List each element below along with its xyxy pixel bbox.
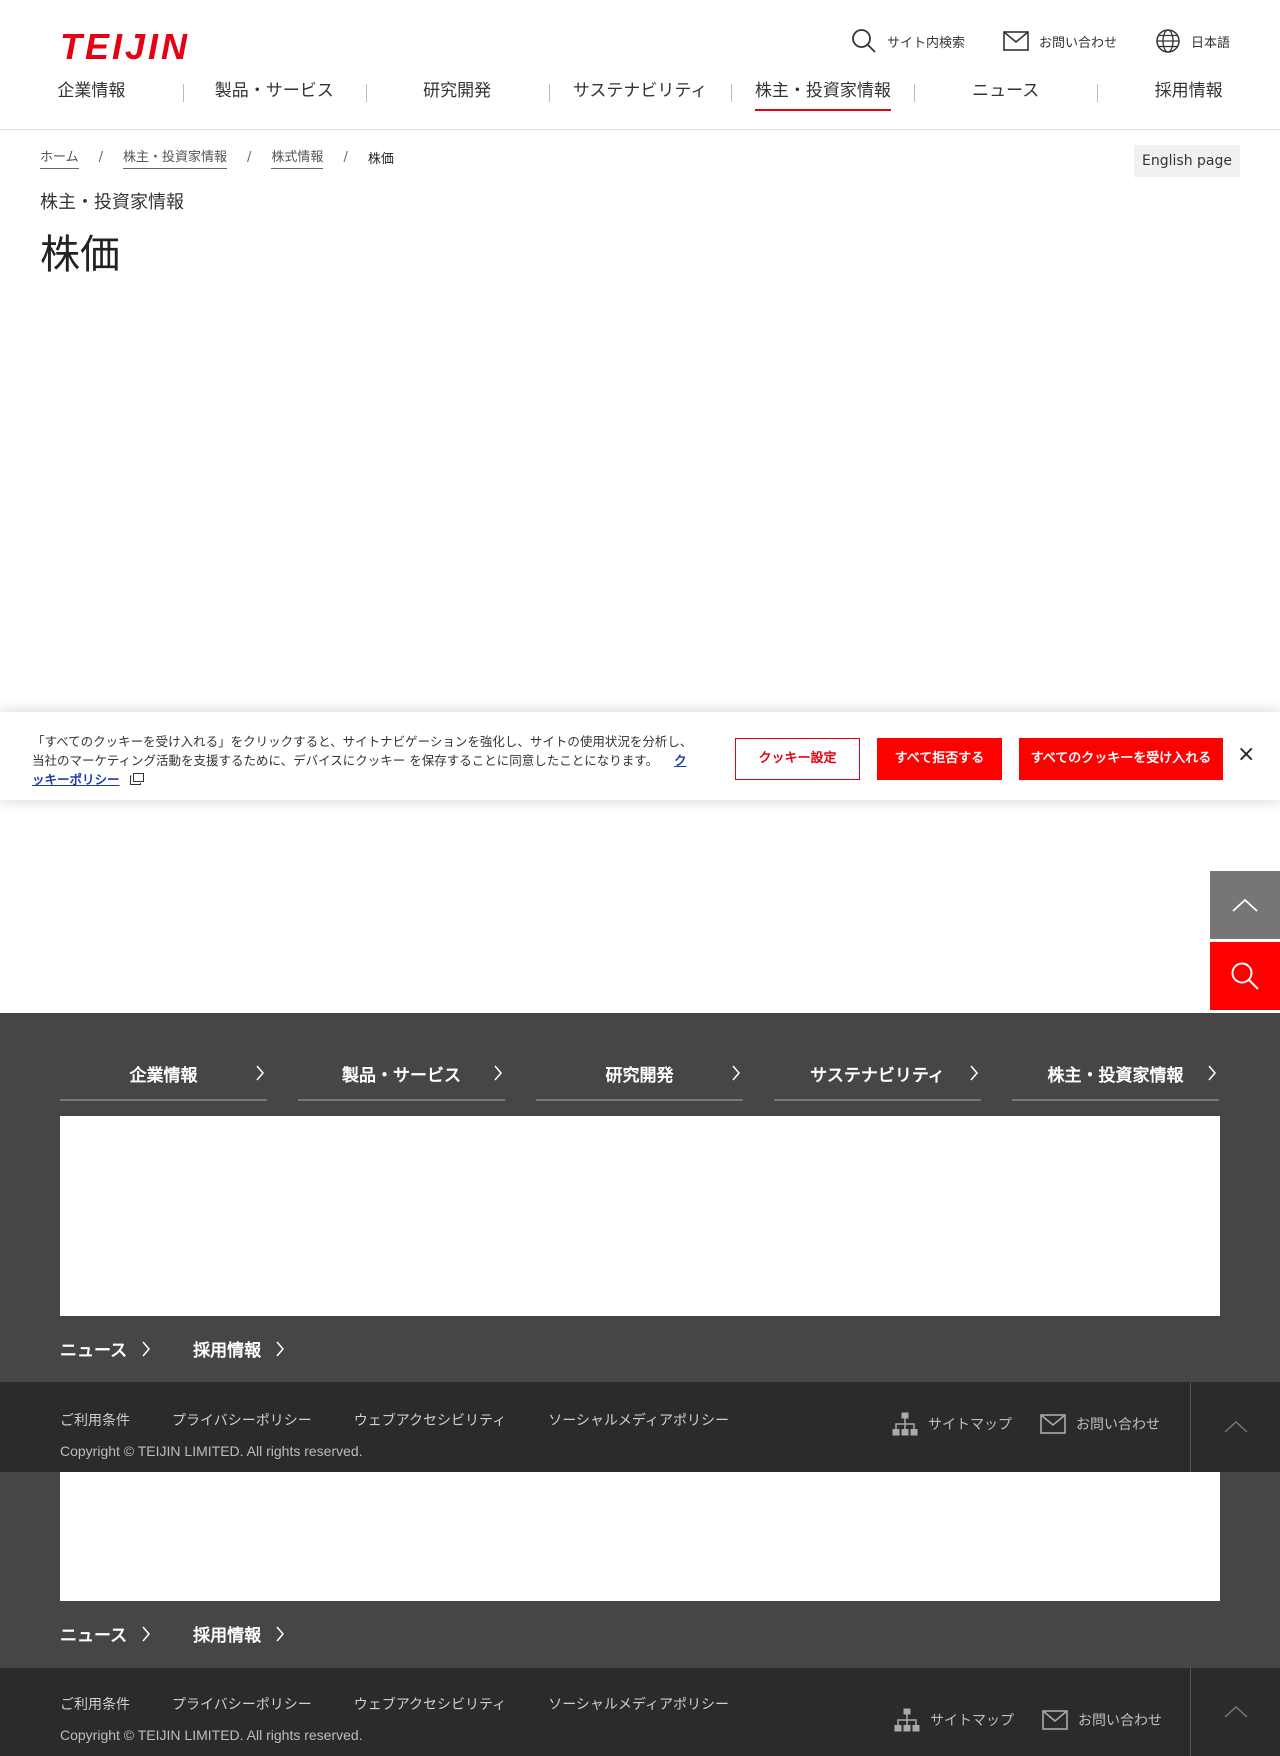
floating-search-button[interactable] <box>1210 942 1280 1010</box>
site-header: TEIJIN サイト内検索 お問い合わせ 日本語 企業情報 製品・サービス 研究… <box>0 0 1280 130</box>
language-label: 日本語 <box>1190 35 1230 51</box>
footer-nav-investors[interactable]: 株主・投資家情報 <box>1012 1051 1219 1101</box>
cookie-close-button[interactable]: × <box>1237 744 1255 766</box>
footer-sub-careers[interactable]: 採用情報 <box>193 1336 285 1361</box>
page-title: 株価 <box>40 232 120 278</box>
globe-icon <box>1156 29 1180 53</box>
contact-label: お問い合わせ <box>1038 35 1117 51</box>
footer-nav-sustainability[interactable]: サステナビリティ <box>774 1051 981 1101</box>
breadcrumb-stock-info[interactable]: 株式情報 <box>271 146 324 169</box>
chevron-right-icon <box>256 1065 264 1081</box>
chevron-up-icon <box>1223 1421 1248 1433</box>
chevron-right-icon <box>1208 1065 1216 1081</box>
accessibility-link[interactable]: ウェブアクセシビリティ <box>354 1694 506 1714</box>
footer-sub-nav: ニュース 採用情報 <box>60 1621 285 1646</box>
breadcrumb-separator: / <box>98 150 104 165</box>
footer-content-panel <box>60 1116 1220 1316</box>
footer-sub-news[interactable]: ニュース <box>60 1336 151 1361</box>
nav-item-research[interactable]: 研究開発 <box>365 72 549 112</box>
footer-page-top-button[interactable] <box>1190 1382 1280 1472</box>
search-icon <box>1231 962 1259 990</box>
scroll-top-button[interactable] <box>1210 871 1280 939</box>
accept-all-cookies-button[interactable]: すべてのクッキーを受け入れる <box>1019 738 1223 780</box>
chevron-right-icon <box>494 1065 502 1081</box>
cookie-banner: 「すべてのクッキーを受け入れる」をクリックすると、サイトナビゲーションを強化し、… <box>0 712 1280 800</box>
cookie-message: 「すべてのクッキーを受け入れる」をクリックすると、サイトナビゲーションを強化し、… <box>32 734 693 768</box>
copyright: Copyright © TEIJIN LIMITED. All rights r… <box>60 1727 363 1743</box>
copyright: Copyright © TEIJIN LIMITED. All rights r… <box>60 1443 363 1459</box>
chevron-right-icon <box>970 1065 978 1081</box>
nav-item-careers[interactable]: 採用情報 <box>1097 72 1280 112</box>
chevron-right-icon <box>732 1065 740 1081</box>
mail-icon <box>1042 1710 1068 1730</box>
social-media-policy-link[interactable]: ソーシャルメディアポリシー <box>548 1410 729 1430</box>
footer-page-top-button[interactable] <box>1190 1668 1280 1756</box>
chevron-up-icon <box>1223 1706 1248 1718</box>
header-utilities: サイト内検索 お問い合わせ 日本語 <box>851 28 1230 54</box>
footer-nav-products[interactable]: 製品・サービス <box>298 1051 505 1101</box>
nav-item-products[interactable]: 製品・サービス <box>182 72 366 112</box>
footer-legal-bar: ご利用条件 プライバシーポリシー ウェブアクセシビリティ ソーシャルメディアポリ… <box>0 1668 1280 1756</box>
accessibility-link[interactable]: ウェブアクセシビリティ <box>354 1410 506 1430</box>
footer-contact-link[interactable]: お問い合わせ <box>1042 1710 1162 1730</box>
chevron-right-icon <box>276 1626 285 1641</box>
nav-item-investors[interactable]: 株主・投資家情報 <box>731 72 914 112</box>
footer-nav-research[interactable]: 研究開発 <box>536 1051 743 1101</box>
breadcrumb-separator: / <box>247 150 252 165</box>
sitemap-link[interactable]: サイトマップ <box>894 1708 1014 1732</box>
footer-nav-corporate[interactable]: 企業情報 <box>60 1051 267 1101</box>
terms-link[interactable]: ご利用条件 <box>60 1694 130 1714</box>
terms-link[interactable]: ご利用条件 <box>60 1410 130 1430</box>
external-link-icon <box>129 773 144 785</box>
mail-icon <box>1003 31 1029 51</box>
nav-item-corporate[interactable]: 企業情報 <box>0 72 183 112</box>
reject-all-button[interactable]: すべて拒否する <box>877 738 1002 780</box>
chevron-right-icon <box>276 1341 285 1356</box>
footer-main-nav: 企業情報 製品・サービス 研究開発 サステナビリティ 株主・投資家情報 <box>60 1051 1220 1101</box>
footer-utilities: サイトマップ お問い合わせ <box>894 1708 1162 1732</box>
nav-item-sustainability[interactable]: サステナビリティ <box>548 72 732 112</box>
breadcrumb: ホーム / 株主・投資家情報 / 株式情報 / 株価 <box>40 146 394 169</box>
search-icon <box>852 29 876 53</box>
sitemap-icon <box>892 1412 918 1436</box>
english-page-button[interactable]: English page <box>1134 145 1240 177</box>
chevron-right-icon <box>142 1626 151 1641</box>
site-search-label: サイト内検索 <box>886 35 965 51</box>
section-label: 株主・投資家情報 <box>40 192 184 213</box>
footer-sub-careers[interactable]: 採用情報 <box>193 1621 285 1646</box>
sitemap-icon <box>894 1708 920 1732</box>
breadcrumb-home[interactable]: ホーム <box>40 146 79 169</box>
footer-sub-news[interactable]: ニュース <box>60 1621 151 1646</box>
footer-contact-link[interactable]: お問い合わせ <box>1040 1414 1160 1434</box>
chevron-up-icon <box>1232 898 1258 912</box>
privacy-policy-link[interactable]: プライバシーポリシー <box>172 1410 312 1430</box>
breadcrumb-current: 株価 <box>367 152 394 167</box>
cookie-text-block: 「すべてのクッキーを受け入れる」をクリックすると、サイトナビゲーションを強化し、… <box>32 732 697 789</box>
footer-utilities: サイトマップ お問い合わせ <box>892 1412 1160 1436</box>
contact-link[interactable]: お問い合わせ <box>1003 31 1117 51</box>
global-nav: 企業情報 製品・サービス 研究開発 サステナビリティ 株主・投資家情報 ニュース… <box>0 72 1280 112</box>
footer-legal-bar: ご利用条件 プライバシーポリシー ウェブアクセシビリティ ソーシャルメディアポリ… <box>0 1382 1280 1472</box>
site-search-link[interactable]: サイト内検索 <box>851 28 965 54</box>
nav-item-news[interactable]: ニュース <box>914 72 1097 112</box>
cookie-settings-button[interactable]: クッキー設定 <box>735 738 860 780</box>
breadcrumb-investors[interactable]: 株主・投資家情報 <box>123 146 228 169</box>
teijin-logo[interactable]: TEIJIN <box>60 26 190 68</box>
legal-links: ご利用条件 プライバシーポリシー ウェブアクセシビリティ ソーシャルメディアポリ… <box>60 1694 729 1714</box>
language-switcher[interactable]: 日本語 <box>1155 28 1230 54</box>
mail-icon <box>1040 1414 1066 1434</box>
privacy-policy-link[interactable]: プライバシーポリシー <box>172 1694 312 1714</box>
footer-sub-nav: ニュース 採用情報 <box>60 1336 285 1361</box>
page: TEIJIN サイト内検索 お問い合わせ 日本語 企業情報 製品・サービス 研究… <box>0 0 1280 1756</box>
sitemap-link[interactable]: サイトマップ <box>892 1412 1012 1436</box>
footer-content-panel <box>60 1472 1220 1601</box>
chevron-right-icon <box>142 1341 151 1356</box>
breadcrumb-separator: / <box>343 150 348 165</box>
social-media-policy-link[interactable]: ソーシャルメディアポリシー <box>548 1694 729 1714</box>
legal-links: ご利用条件 プライバシーポリシー ウェブアクセシビリティ ソーシャルメディアポリ… <box>60 1410 729 1430</box>
